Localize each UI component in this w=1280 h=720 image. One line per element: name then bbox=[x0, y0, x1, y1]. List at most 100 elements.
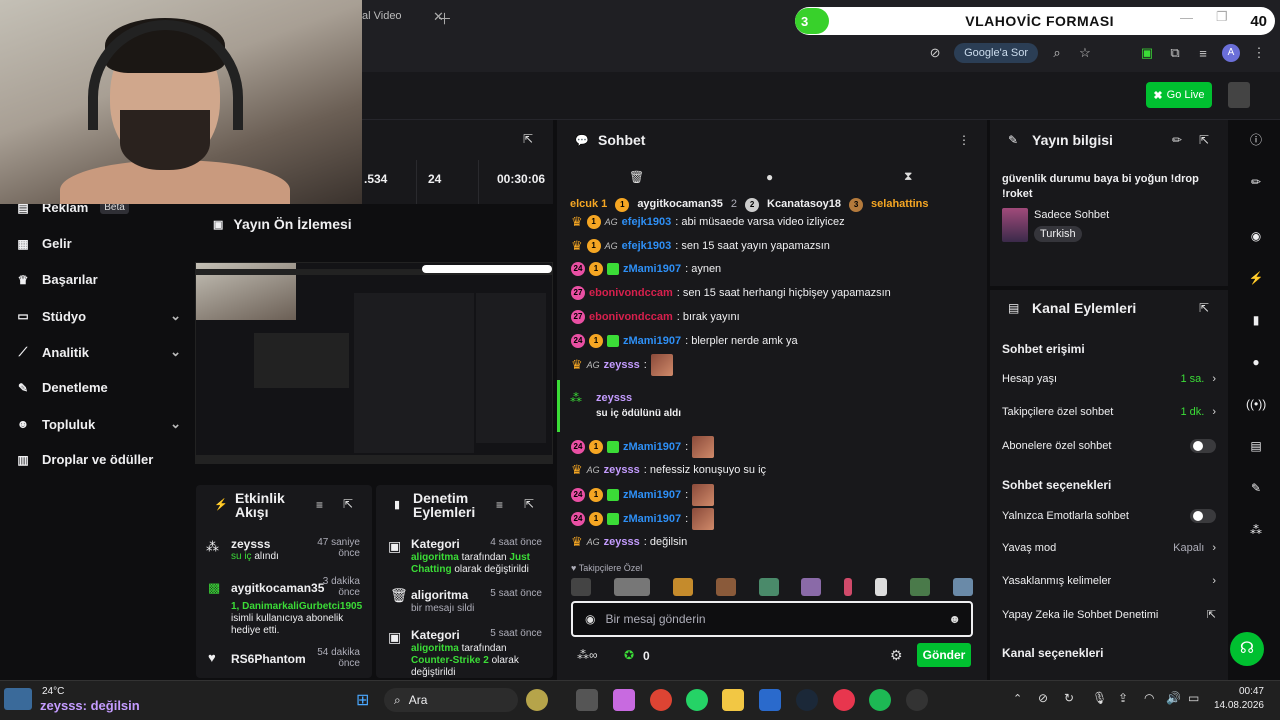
stream-preview-video[interactable] bbox=[195, 262, 553, 464]
slow-mode-row[interactable]: Yavaş mod Kapalı › bbox=[1002, 542, 1216, 554]
chat-username[interactable]: ebonivondccam bbox=[589, 311, 673, 323]
filter-icon[interactable]: ≡ bbox=[496, 498, 503, 512]
emote-image[interactable] bbox=[672, 578, 693, 596]
chat-username[interactable]: zeysss bbox=[604, 536, 640, 548]
zoom-icon[interactable]: ⌕ bbox=[1048, 45, 1066, 61]
chat-username[interactable]: zMami1907 bbox=[623, 335, 681, 347]
pinned-user[interactable]: aygitkocaman35 bbox=[637, 198, 723, 212]
edit-pencil-icon[interactable]: ✏ bbox=[1172, 133, 1182, 147]
chat-username[interactable]: efejk1903 bbox=[622, 240, 672, 252]
sidebar-item-analitik[interactable]: ⟋ Analitik ⌄ bbox=[16, 344, 181, 360]
chat-username[interactable]: ebonivondccam bbox=[589, 287, 673, 299]
user-avatar[interactable] bbox=[1228, 82, 1250, 108]
menu-kebab-icon[interactable]: ⋮ bbox=[1250, 45, 1268, 61]
menu-kebab-icon[interactable]: ⋮ bbox=[958, 133, 970, 147]
chat-bubble-icon[interactable]: ● bbox=[766, 170, 773, 184]
followers-chat-row[interactable]: Takipçilere özel sohbet 1 dk. › bbox=[1002, 406, 1216, 418]
popout-icon[interactable]: ⇱ bbox=[343, 497, 353, 511]
emote-image[interactable] bbox=[910, 578, 930, 596]
new-tab-button[interactable]: ＋ bbox=[437, 8, 452, 29]
help-button[interactable]: ☊ bbox=[1230, 632, 1264, 666]
language-tag[interactable]: Turkish bbox=[1034, 226, 1082, 242]
sidebar-item-denetleme[interactable]: ✎ Denetleme bbox=[16, 380, 181, 395]
widget-icon[interactable] bbox=[526, 689, 548, 711]
pinned-user[interactable]: Kcanatasoy18 bbox=[767, 198, 841, 212]
spotify-icon[interactable] bbox=[869, 689, 891, 711]
browser-tab[interactable]: al Video bbox=[362, 10, 402, 22]
category-thumbnail[interactable] bbox=[1002, 208, 1028, 242]
profile-avatar[interactable]: A bbox=[1222, 44, 1240, 62]
extensions-icon[interactable]: ⧉ bbox=[1166, 45, 1184, 61]
sidebar-item-droplar[interactable]: ▥ Droplar ve ödüller bbox=[16, 452, 181, 467]
popout-icon[interactable]: ⇱ bbox=[524, 497, 534, 511]
trash-icon[interactable]: 🗑 bbox=[629, 170, 644, 184]
maximize-icon[interactable]: ❐ bbox=[1216, 9, 1228, 25]
chrome-icon[interactable] bbox=[650, 689, 672, 711]
chat-username[interactable]: zMami1907 bbox=[623, 513, 681, 525]
clock-date[interactable]: 14.08.2026 bbox=[1212, 700, 1264, 711]
broadcast-icon[interactable]: ((•)) bbox=[1246, 394, 1266, 414]
filter-icon[interactable]: ≡ bbox=[316, 498, 323, 512]
chat-message-input[interactable]: ◉ Bir mesaj gönderin ☻ bbox=[571, 601, 973, 637]
weather-icon[interactable] bbox=[4, 688, 32, 710]
tray-app-icon[interactable]: ⊘ bbox=[1038, 691, 1048, 705]
wrench-icon[interactable]: ✎ bbox=[1246, 478, 1266, 498]
emote-image[interactable] bbox=[571, 578, 591, 596]
taskbar-search[interactable]: ⌕ Ara bbox=[384, 688, 518, 712]
activity-user[interactable]: zeysss bbox=[231, 537, 270, 551]
send-button[interactable]: Gönder bbox=[917, 643, 971, 667]
emote-image[interactable] bbox=[758, 578, 779, 596]
tray-upload-icon[interactable]: ⇪ bbox=[1118, 691, 1128, 705]
pinned-user[interactable]: selahattins bbox=[871, 198, 928, 212]
emote-image[interactable] bbox=[801, 578, 822, 596]
banned-words-row[interactable]: Yasaklanmış kelimeler › bbox=[1002, 575, 1216, 587]
bookmark-star-icon[interactable]: ☆ bbox=[1076, 45, 1094, 61]
chat-username[interactable]: zMami1907 bbox=[623, 263, 681, 275]
mic-icon[interactable]: 🎙 bbox=[1092, 691, 1107, 705]
go-live-button[interactable]: ✖ Go Live bbox=[1146, 82, 1212, 108]
points-icon[interactable]: ✪ bbox=[624, 648, 634, 662]
emote-image[interactable] bbox=[715, 578, 736, 596]
minimize-icon[interactable]: — bbox=[1180, 10, 1193, 25]
windows-start-icon[interactable]: ⊞ bbox=[356, 690, 369, 710]
chat-username[interactable]: zeysss bbox=[604, 464, 640, 476]
popout-icon[interactable]: ⇱ bbox=[1199, 301, 1209, 315]
sidebar-item-topluluk[interactable]: ☻ Topluluk ⌄ bbox=[16, 416, 181, 432]
tray-chevron-icon[interactable]: ⌃ bbox=[1013, 692, 1022, 705]
emoji-icon[interactable]: ☻ bbox=[948, 612, 961, 626]
chat-username[interactable]: zeysss bbox=[604, 359, 640, 371]
opera-icon[interactable] bbox=[833, 689, 855, 711]
camera-icon[interactable]: ◉ bbox=[1246, 226, 1266, 246]
activity-user[interactable]: RS6Phantom bbox=[231, 652, 306, 666]
emote-image[interactable] bbox=[875, 578, 888, 596]
reward-icon[interactable]: ⁂∞ bbox=[577, 648, 598, 662]
ai-moderation-row[interactable]: Yapay Zeka ile Sohbet Denetimi ⇱ bbox=[1002, 608, 1216, 622]
store-icon[interactable] bbox=[759, 689, 781, 711]
category-name[interactable]: Sadece Sohbet bbox=[1034, 209, 1109, 221]
tray-sync-icon[interactable]: ↻ bbox=[1064, 691, 1074, 705]
file-explorer-icon[interactable] bbox=[722, 689, 744, 711]
volume-icon[interactable]: 🔊 bbox=[1166, 691, 1181, 705]
account-age-row[interactable]: Hesap yaşı 1 sa. › bbox=[1002, 373, 1216, 385]
steam-icon[interactable] bbox=[796, 689, 818, 711]
media-controls-icon[interactable]: ≡ bbox=[1194, 46, 1212, 61]
hourglass-icon[interactable]: ⧗ bbox=[904, 169, 912, 184]
edit-pencil-icon[interactable]: ✏ bbox=[1246, 172, 1266, 192]
chat-username[interactable]: zMami1907 bbox=[623, 441, 681, 453]
copilot-icon[interactable] bbox=[613, 689, 635, 711]
kick-extension-icon[interactable]: ▣ bbox=[1138, 45, 1156, 61]
emote-image[interactable] bbox=[844, 578, 853, 596]
sidebar-item-gelir[interactable]: ▦ Gelir bbox=[16, 236, 181, 251]
reward-icon[interactable]: ⁂ bbox=[1246, 520, 1266, 540]
settings-gear-icon[interactable]: ⚙ bbox=[890, 647, 903, 664]
lightning-icon[interactable]: ⚡ bbox=[1246, 268, 1266, 288]
google-sor-button[interactable]: Google'a Sor bbox=[954, 43, 1038, 63]
emote-only-toggle[interactable] bbox=[1190, 509, 1216, 523]
document-icon[interactable]: ▮ bbox=[1246, 310, 1266, 330]
obs-icon[interactable] bbox=[906, 689, 928, 711]
activity-user[interactable]: aygitkocaman35 bbox=[231, 581, 324, 595]
channel-actions-icon[interactable]: ▤ bbox=[1246, 436, 1266, 456]
eye-off-icon[interactable]: ⊘ bbox=[926, 45, 944, 61]
pinned-user[interactable]: elcuk 1 bbox=[570, 198, 607, 212]
emote-image[interactable] bbox=[952, 578, 973, 596]
